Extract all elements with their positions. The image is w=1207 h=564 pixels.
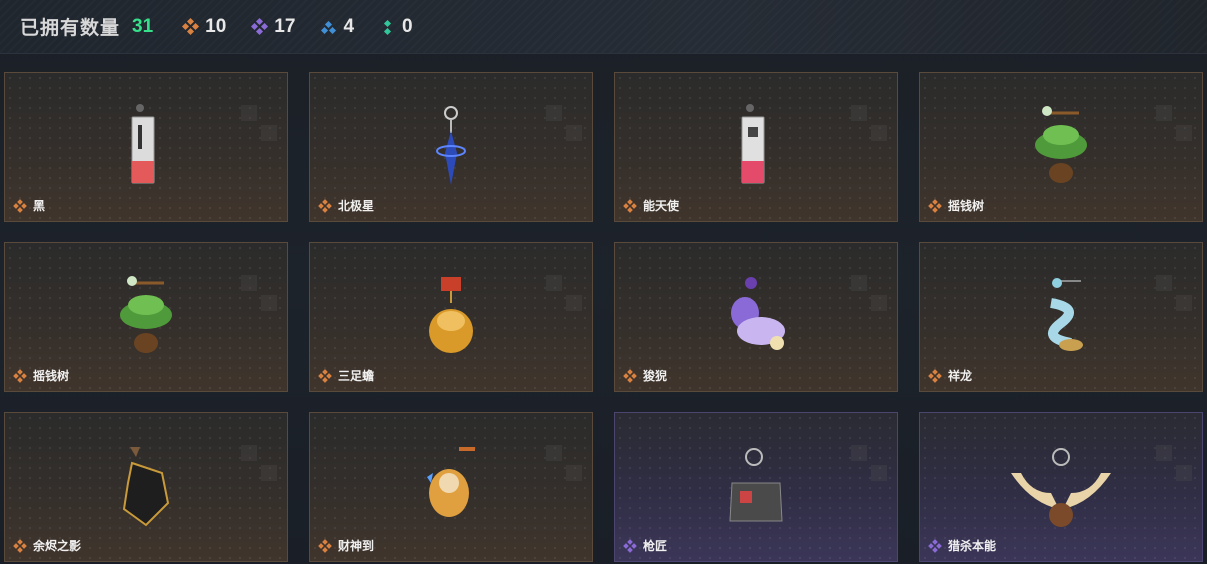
card-decoration (546, 275, 586, 315)
item-name: 能天使 (643, 199, 680, 213)
owned-count: 31 (132, 15, 154, 37)
card-decoration (546, 445, 586, 485)
card-decoration (851, 105, 891, 145)
stat-green: 0 (380, 16, 413, 38)
item-name: 黑 (33, 199, 46, 213)
charm-card[interactable]: 摇钱树 (919, 72, 1203, 222)
charm-card[interactable]: 黑 (4, 72, 288, 222)
fortune-charm-icon (427, 447, 475, 517)
stat-orange: 10 (182, 15, 227, 38)
item-label: 枪匠 (623, 537, 668, 554)
orange-gem-icon (182, 17, 200, 36)
stat-orange-value: 10 (205, 15, 227, 37)
item-label: 三足蟾 (318, 367, 375, 384)
lion-charm-icon (731, 277, 785, 350)
item-label: 黑 (13, 197, 46, 214)
card-decoration (1156, 445, 1196, 485)
item-label: 财神到 (318, 537, 375, 554)
orange-rarity-icon (623, 368, 637, 383)
money-tree-charm-icon (1035, 106, 1087, 183)
collection-header: 已拥有数量 31 10 17 4 0 (0, 0, 1207, 54)
item-name: 摇钱树 (948, 199, 985, 213)
charm-card[interactable]: 能天使 (614, 72, 898, 222)
item-label: 北极星 (318, 197, 375, 214)
orange-rarity-icon (928, 198, 942, 213)
owned-label: 已拥有数量 (20, 18, 121, 39)
charm-card[interactable]: 北极星 (309, 72, 593, 222)
item-name: 摇钱树 (33, 369, 70, 383)
orange-rarity-icon (318, 368, 332, 383)
item-name: 猎杀本能 (948, 539, 997, 553)
tag-charm-icon (741, 104, 765, 184)
orange-rarity-icon (318, 538, 332, 553)
stat-purple: 17 (251, 15, 296, 38)
card-decoration (241, 105, 281, 145)
item-name: 余烬之影 (33, 539, 82, 553)
card-decoration (241, 275, 281, 315)
item-label: 能天使 (623, 197, 680, 214)
purple-rarity-icon (928, 538, 942, 553)
orange-rarity-icon (13, 198, 27, 213)
charm-card[interactable]: 枪匠 (614, 412, 898, 562)
orange-rarity-icon (928, 368, 942, 383)
stat-blue: 4 (321, 16, 354, 38)
toad-charm-icon (429, 277, 473, 353)
purple-gem-icon (251, 17, 269, 36)
green-gem-icon (380, 19, 395, 36)
card-decoration (1156, 105, 1196, 145)
orange-rarity-icon (13, 368, 27, 383)
card-decoration (1156, 275, 1196, 315)
item-name: 财神到 (338, 539, 375, 553)
item-label: 猎杀本能 (928, 537, 997, 554)
purple-rarity-icon (623, 538, 637, 553)
orange-rarity-icon (318, 198, 332, 213)
item-label: 摇钱树 (928, 197, 985, 214)
money-tree-charm-icon (120, 276, 172, 353)
item-label: 摇钱树 (13, 367, 70, 384)
charm-card[interactable]: 余烬之影 (4, 412, 288, 562)
blue-gem-icon (321, 19, 337, 35)
item-label: 余烬之影 (13, 537, 82, 554)
charm-card[interactable]: 祥龙 (919, 242, 1203, 392)
charm-card[interactable]: 三足蟾 (309, 242, 593, 392)
item-label: 祥龙 (928, 367, 973, 384)
shadow-charm-icon (122, 447, 170, 527)
orange-rarity-icon (13, 538, 27, 553)
blue-star-charm-icon (436, 106, 466, 185)
charm-card[interactable]: 财神到 (309, 412, 593, 562)
item-name: 枪匠 (643, 539, 668, 553)
stat-purple-value: 17 (274, 15, 296, 37)
charm-card[interactable]: 摇钱树 (4, 242, 288, 392)
orange-rarity-icon (623, 198, 637, 213)
item-name: 祥龙 (948, 369, 973, 383)
charm-card[interactable]: 狻猊 (614, 242, 898, 392)
item-name: 三足蟾 (338, 369, 375, 383)
item-label: 狻猊 (623, 367, 668, 384)
item-name: 北极星 (338, 199, 375, 213)
antler-charm-icon (1011, 448, 1111, 527)
card-decoration (851, 275, 891, 315)
stat-green-value: 0 (402, 15, 413, 37)
gunsmith-charm-icon (729, 448, 783, 522)
dragon-charm-icon (1048, 278, 1083, 351)
card-decoration (241, 445, 281, 485)
stat-blue-value: 4 (343, 15, 355, 37)
item-name: 狻猊 (643, 369, 668, 383)
card-decoration (851, 445, 891, 485)
card-decoration (546, 105, 586, 145)
charm-card[interactable]: 猎杀本能 (919, 412, 1203, 562)
tag-charm-icon (131, 104, 155, 184)
